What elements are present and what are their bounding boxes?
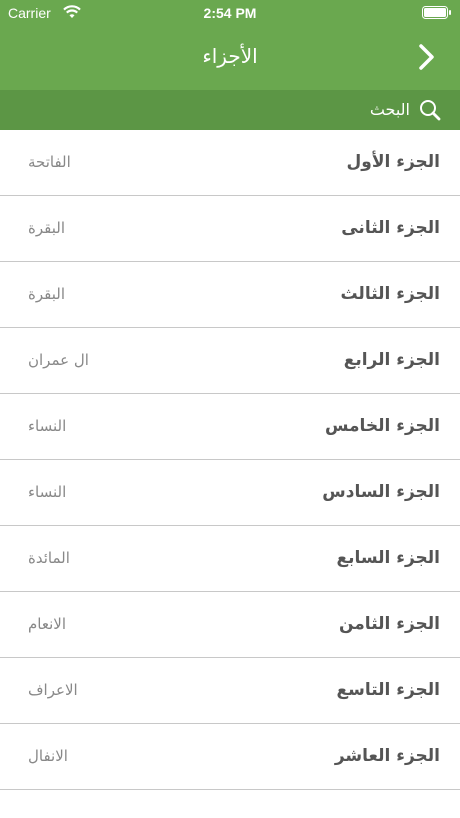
search-label: البحث (369, 100, 410, 119)
juz-start-surah: البقرة (28, 285, 65, 303)
juz-start-surah: الانعام (28, 615, 66, 633)
juz-start-surah: البقرة (28, 219, 65, 237)
juz-name: الجزء الأول (346, 152, 440, 172)
juz-name: الجزء التاسع (336, 680, 440, 700)
juz-start-surah: الانفال (28, 747, 68, 765)
navigation-bar: الأجزاء (0, 26, 460, 90)
juz-name: الجزء الثالث (340, 284, 440, 304)
status-bar: Carrier 2:54 PM (0, 0, 460, 26)
chevron-right-icon[interactable] (416, 42, 438, 72)
juz-row[interactable]: الجزء الرابع ال عمران (0, 328, 460, 394)
juz-name: الجزء العاشر (334, 746, 440, 766)
search-icon[interactable] (418, 98, 442, 122)
juz-row[interactable]: الجزء الثامن الانعام (0, 592, 460, 658)
juz-name: الجزء الثامن (338, 614, 440, 634)
juz-name: الجزء السادس (322, 482, 440, 502)
juz-name: الجزء الثانى (341, 218, 440, 238)
battery-icon (422, 6, 451, 19)
juz-start-surah: الاعراف (28, 681, 78, 699)
juz-start-surah: المائدة (28, 549, 70, 567)
juz-start-surah: ال عمران (28, 351, 89, 369)
search-bar[interactable]: البحث (0, 90, 460, 130)
juz-row[interactable]: الجزء السابع المائدة (0, 526, 460, 592)
juz-row[interactable]: الجزء الثالث البقرة (0, 262, 460, 328)
juz-row[interactable]: الجزء الثانى البقرة (0, 196, 460, 262)
juz-name: الجزء الخامس (324, 416, 440, 436)
juz-start-surah: النساء (28, 483, 67, 501)
juz-name: الجزء السابع (336, 548, 440, 568)
juz-row[interactable]: الجزء التاسع الاعراف (0, 658, 460, 724)
juz-list: الجزء الأول الفاتحة الجزء الثانى البقرة الجز… (0, 130, 460, 790)
page-title: الأجزاء (202, 44, 258, 68)
juz-row[interactable]: الجزء السادس النساء (0, 460, 460, 526)
juz-start-surah: الفاتحة (28, 153, 71, 171)
juz-row[interactable]: الجزء العاشر الانفال (0, 724, 460, 790)
juz-name: الجزء الرابع (343, 350, 440, 370)
juz-start-surah: النساء (28, 417, 67, 435)
juz-row[interactable]: الجزء الخامس النساء (0, 394, 460, 460)
clock: 2:54 PM (203, 5, 257, 21)
juz-row[interactable]: الجزء الأول الفاتحة (0, 130, 460, 196)
